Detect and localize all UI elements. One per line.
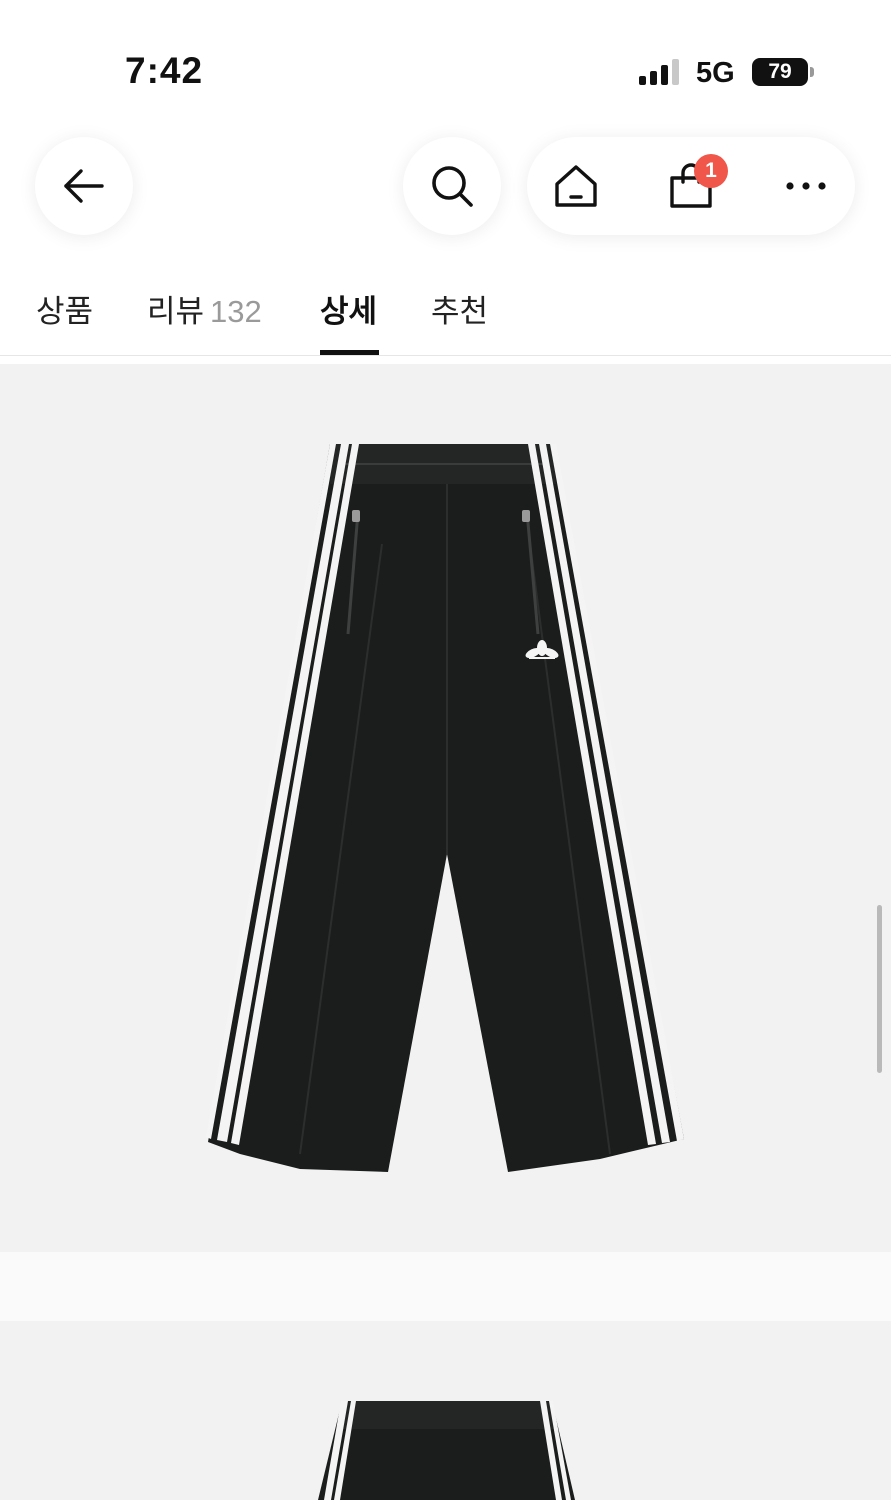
header-action-group: 1: [527, 137, 855, 235]
review-count: 132: [210, 294, 262, 329]
tab-label: 리뷰: [147, 294, 205, 329]
status-bar: 7:42 5G 79: [0, 0, 891, 140]
image-gap: [0, 1252, 891, 1321]
detail-tabs: 상품 리뷰 132 상세 추천: [0, 268, 891, 356]
search-button[interactable]: [403, 137, 501, 235]
cart-badge: 1: [694, 154, 728, 188]
more-horizontal-icon: [786, 182, 826, 190]
home-icon: [555, 165, 597, 207]
battery-indicator: 79: [752, 58, 814, 86]
scrollbar[interactable]: [877, 905, 882, 1073]
tab-review[interactable]: 리뷰 132: [147, 286, 262, 331]
tab-label: 추천: [431, 294, 489, 329]
product-detail-image: [0, 364, 891, 1252]
more-button[interactable]: [766, 137, 846, 235]
tab-product[interactable]: 상품: [36, 286, 93, 331]
search-icon: [432, 166, 473, 207]
cellular-signal-icon: [639, 59, 679, 85]
product-detail-image: [0, 1321, 891, 1500]
tab-label: 상품: [36, 294, 94, 329]
tab-recommend[interactable]: 추천: [431, 286, 488, 331]
tab-label: 상세: [320, 294, 378, 329]
track-pants-image: [206, 444, 684, 1172]
cart-button[interactable]: 1: [651, 137, 731, 235]
active-tab-indicator: [320, 350, 379, 355]
arrow-left-icon: [64, 169, 104, 203]
back-button[interactable]: [35, 137, 133, 235]
status-time: 7:42: [125, 50, 204, 91]
track-pants-image: [318, 1401, 575, 1500]
network-label: 5G: [696, 57, 735, 89]
tab-detail[interactable]: 상세: [320, 286, 377, 331]
home-button[interactable]: [536, 137, 616, 235]
